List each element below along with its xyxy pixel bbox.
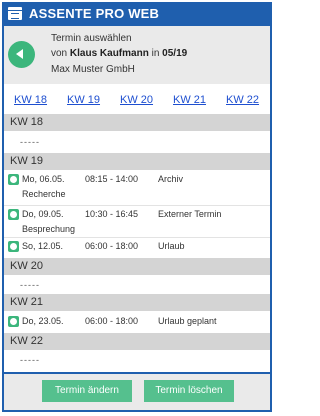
appointment-list: KW 18 KW 19 KW 20 KW 21 KW 22 KW 18 ----… bbox=[4, 84, 270, 372]
kw-link-22[interactable]: KW 22 bbox=[226, 94, 259, 106]
week-label: KW 18 bbox=[10, 116, 44, 128]
empty-week-marker: ----- bbox=[20, 355, 40, 365]
appointment-row[interactable]: Do, 09.05. 10:30 - 16:45 Externer Termin… bbox=[4, 207, 270, 238]
row-divider bbox=[4, 237, 270, 238]
delete-appointment-button[interactable]: Termin löschen bbox=[144, 380, 234, 402]
row-divider bbox=[4, 205, 270, 206]
empty-week-marker: ----- bbox=[20, 137, 40, 147]
appointment-type: Urlaub bbox=[158, 241, 185, 251]
radio-select-icon[interactable] bbox=[8, 241, 19, 252]
appointment-row[interactable]: Mo, 06.05. 08:15 - 14:00 Archiv Recherch… bbox=[4, 172, 270, 204]
appointment-date: Do, 23.05. bbox=[22, 316, 64, 326]
app-header: ASSENTE PRO WEB bbox=[2, 2, 272, 26]
period-value: 05/19 bbox=[162, 48, 188, 59]
appointment-row[interactable]: Do, 23.05. 06:00 - 18:00 Urlaub geplant bbox=[4, 314, 270, 331]
radio-select-icon[interactable] bbox=[8, 174, 19, 185]
kw-link-21[interactable]: KW 21 bbox=[173, 94, 206, 106]
instruction-text: Termin auswählen bbox=[51, 33, 132, 44]
appointment-date: Mo, 06.05. bbox=[22, 174, 65, 184]
empty-week-marker: ----- bbox=[20, 280, 40, 290]
appointment-type: Archiv bbox=[158, 174, 184, 184]
week-header-22: KW 22 bbox=[4, 333, 270, 350]
week-header-20: KW 20 bbox=[4, 258, 270, 275]
week-header-18: KW 18 bbox=[4, 114, 270, 131]
appointment-row[interactable]: So, 12.05. 06:00 - 18:00 Urlaub bbox=[4, 239, 270, 256]
calendar-icon bbox=[8, 7, 22, 20]
app-title: ASSENTE PRO WEB bbox=[29, 6, 160, 21]
change-appointment-button[interactable]: Termin ändern bbox=[42, 380, 132, 402]
week-label: KW 19 bbox=[10, 155, 44, 167]
in-label: in bbox=[151, 48, 160, 59]
action-bar: Termin ändern Termin löschen bbox=[4, 374, 270, 410]
app-frame: ASSENTE PRO WEB Termin auswählen von Kla… bbox=[2, 2, 272, 412]
kw-link-19[interactable]: KW 19 bbox=[67, 94, 100, 106]
week-header-19: KW 19 bbox=[4, 153, 270, 170]
radio-select-icon[interactable] bbox=[8, 209, 19, 220]
kw-link-20[interactable]: KW 20 bbox=[120, 94, 153, 106]
appointment-time: 08:15 - 14:00 bbox=[85, 174, 139, 184]
appointment-detail: Recherche bbox=[22, 189, 66, 199]
appointment-detail: Besprechung bbox=[22, 224, 76, 234]
company-name: Max Muster GmbH bbox=[51, 64, 135, 75]
appointment-time: 06:00 - 18:00 bbox=[85, 316, 139, 326]
appointment-time: 06:00 - 18:00 bbox=[85, 241, 139, 251]
selection-info: Termin auswählen von Klaus Kaufmann in 0… bbox=[4, 26, 270, 84]
week-navigation: KW 18 KW 19 KW 20 KW 21 KW 22 bbox=[4, 84, 270, 112]
appointment-time: 10:30 - 16:45 bbox=[85, 209, 139, 219]
kw-link-18[interactable]: KW 18 bbox=[14, 94, 47, 106]
week-header-21: KW 21 bbox=[4, 294, 270, 311]
appointment-type: Urlaub geplant bbox=[158, 316, 217, 326]
week-label: KW 21 bbox=[10, 296, 44, 308]
back-button[interactable] bbox=[8, 41, 35, 68]
week-label: KW 20 bbox=[10, 260, 44, 272]
appointment-date: Do, 09.05. bbox=[22, 209, 64, 219]
person-line: von Klaus Kaufmann in 05/19 bbox=[51, 48, 187, 59]
person-name: Klaus Kaufmann bbox=[69, 48, 149, 59]
von-label: von bbox=[51, 48, 68, 59]
appointment-date: So, 12.05. bbox=[22, 241, 64, 251]
week-label: KW 22 bbox=[10, 335, 44, 347]
appointment-type: Externer Termin bbox=[158, 209, 222, 219]
radio-select-icon[interactable] bbox=[8, 316, 19, 327]
